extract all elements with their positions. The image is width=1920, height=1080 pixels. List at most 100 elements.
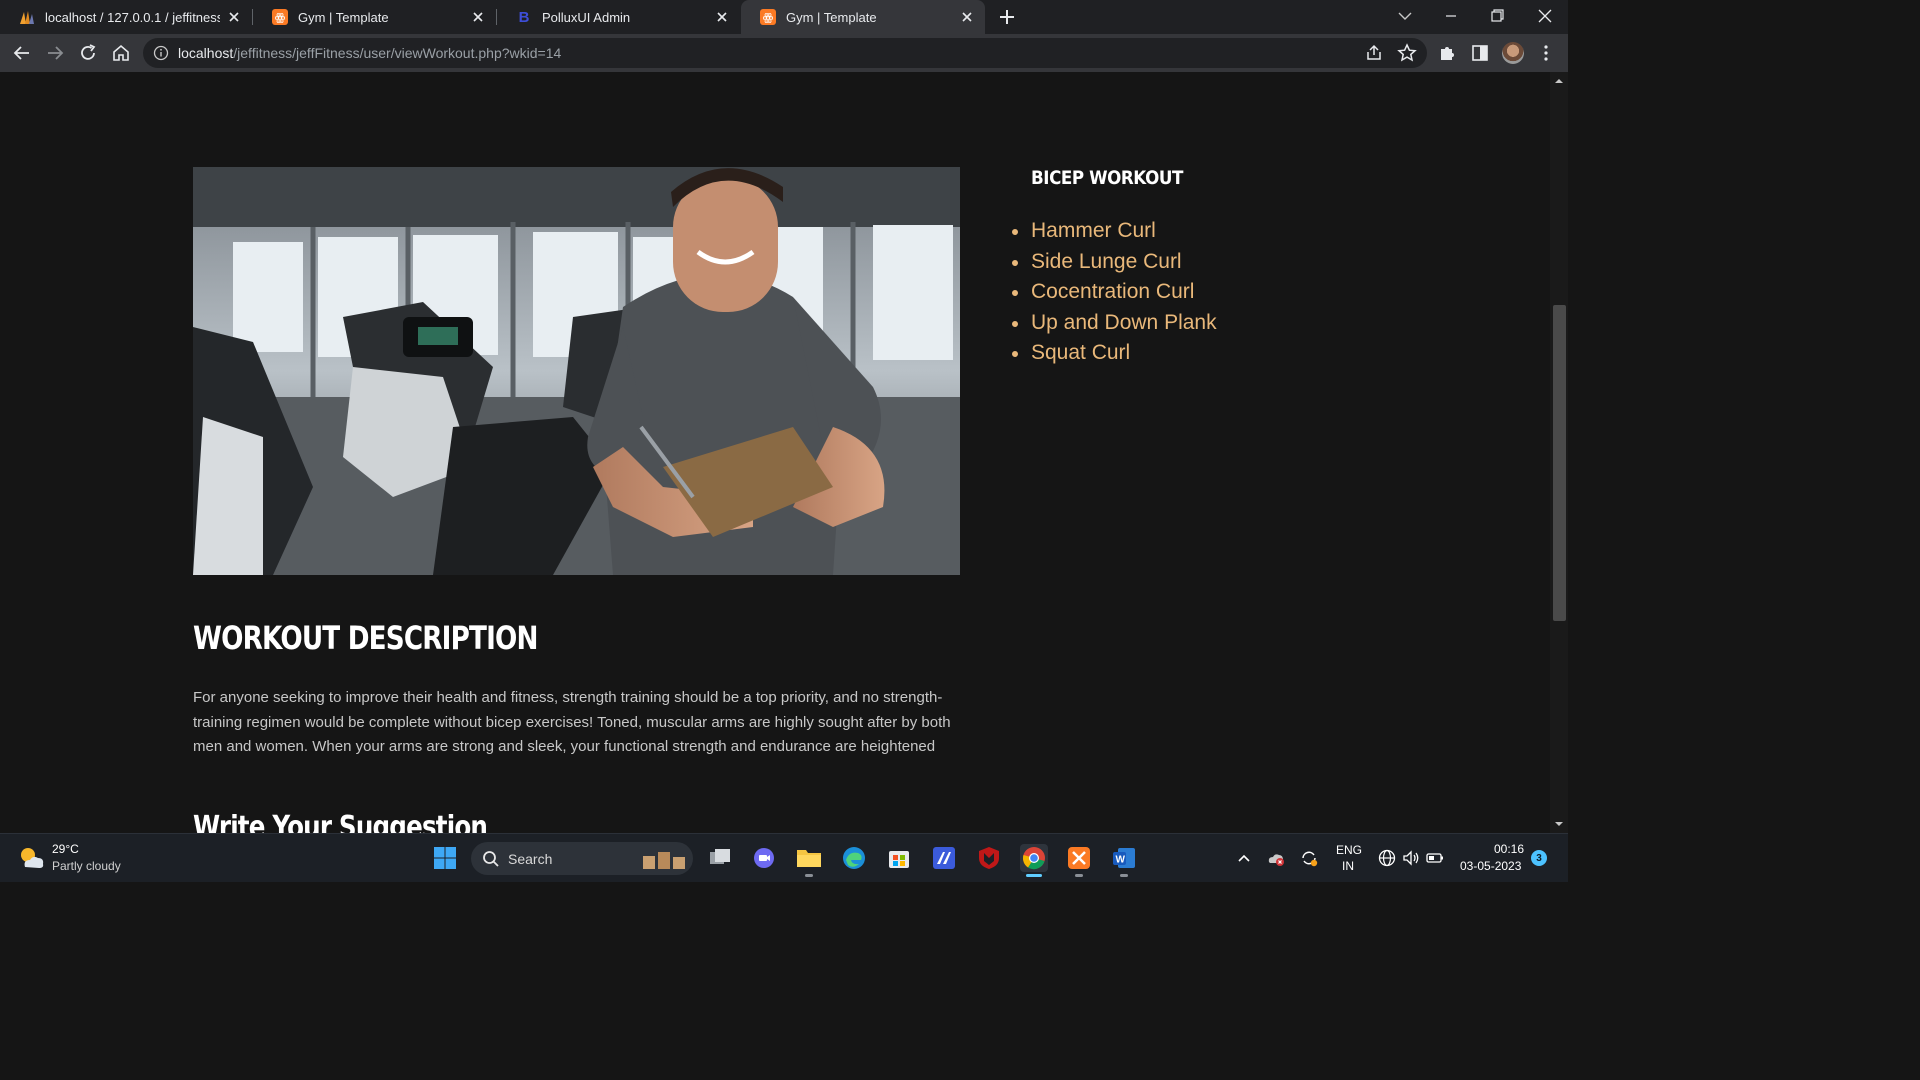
clock-date[interactable]: 03-05-2023 <box>1460 859 1521 873</box>
battery-icon[interactable] <box>1425 848 1445 868</box>
browser-toolbar: localhost/jeffitness/jeffFitness/user/vi… <box>0 34 1568 72</box>
xampp-button[interactable] <box>1065 844 1093 872</box>
address-bar[interactable]: localhost/jeffitness/jeffFitness/user/vi… <box>143 38 1427 68</box>
close-window-icon[interactable] <box>1530 4 1560 28</box>
tab-gym-template-active[interactable]: ꙮ Gym | Template <box>741 0 985 34</box>
notification-badge[interactable]: 3 <box>1531 850 1547 866</box>
onedrive-icon[interactable] <box>1266 848 1286 868</box>
url-text: localhost/jeffitness/jeffFitness/user/vi… <box>178 45 561 61</box>
teams-chat-button[interactable] <box>750 844 778 872</box>
profile-avatar[interactable] <box>1502 42 1524 64</box>
windows-taskbar: 29°C Partly cloudy Search W ENG IN 00:16… <box>0 833 1568 882</box>
file-explorer-button[interactable] <box>795 844 823 872</box>
sync-icon[interactable] <box>1299 848 1319 868</box>
chrome-button[interactable] <box>1020 844 1048 872</box>
site-info-icon[interactable] <box>153 45 169 61</box>
word-icon: W <box>1113 848 1135 868</box>
active-indicator <box>1026 874 1042 877</box>
editor-app-button[interactable] <box>930 844 958 872</box>
description-heading: WORKOUT DESCRIPTION <box>193 619 538 657</box>
forward-icon[interactable] <box>44 42 66 64</box>
running-indicator <box>1075 874 1083 877</box>
phpmyadmin-icon <box>19 9 35 25</box>
search-highlight-icon <box>643 852 685 869</box>
tab-title: PolluxUI Admin <box>542 9 631 25</box>
scrollbar-thumb[interactable] <box>1553 305 1566 621</box>
xampp-icon <box>1068 847 1090 869</box>
edge-button[interactable] <box>840 844 868 872</box>
page-scrollbar[interactable] <box>1550 72 1568 833</box>
folder-icon <box>797 850 821 867</box>
list-item: Squat Curl <box>1011 339 1217 370</box>
word-button[interactable]: W <box>1110 844 1138 872</box>
shield-icon <box>979 847 999 869</box>
network-globe-icon[interactable] <box>1377 848 1397 868</box>
browser-tab-strip: localhost / 127.0.0.1 / jeffitness ꙮ Gym… <box>0 0 1568 34</box>
windows-icon <box>434 847 456 869</box>
home-icon[interactable] <box>110 42 132 64</box>
workout-hero-image <box>193 167 960 575</box>
tab-gym-template[interactable]: ꙮ Gym | Template <box>253 0 496 34</box>
tab-pollux-admin[interactable]: B PolluxUI Admin <box>497 0 740 34</box>
suggestion-heading: Write Your Suggestion <box>193 810 488 833</box>
close-tab-icon[interactable] <box>470 9 486 25</box>
share-icon[interactable] <box>1363 42 1385 64</box>
url-host: localhost <box>178 45 234 61</box>
xampp-icon: ꙮ <box>272 9 288 25</box>
running-indicator <box>1120 874 1128 877</box>
side-panel-icon[interactable] <box>1469 42 1491 64</box>
task-view-icon <box>710 849 730 864</box>
start-button[interactable] <box>431 844 459 872</box>
chat-icon <box>754 848 774 868</box>
bootstrap-icon: B <box>518 8 530 26</box>
workout-title: BICEP WORKOUT <box>1031 167 1183 189</box>
reload-icon[interactable] <box>77 42 99 64</box>
list-item: Hammer Curl <box>1011 217 1217 248</box>
region-text[interactable]: IN <box>1342 859 1354 873</box>
chrome-icon <box>1022 847 1045 870</box>
minimize-icon[interactable] <box>1436 4 1466 28</box>
taskbar-search[interactable]: Search <box>471 842 693 875</box>
close-tab-icon[interactable] <box>959 9 975 25</box>
clock-time[interactable]: 00:16 <box>1494 842 1524 856</box>
store-icon <box>889 851 909 868</box>
close-tab-icon[interactable] <box>714 9 730 25</box>
running-indicator <box>805 874 813 877</box>
tab-title: localhost / 127.0.0.1 / jeffitness <box>45 9 220 25</box>
page-content: BICEP WORKOUT Hammer Curl Side Lunge Cur… <box>0 72 1550 833</box>
language-text[interactable]: ENG <box>1336 843 1362 857</box>
exercise-list: Hammer Curl Side Lunge Curl Cocentration… <box>1011 217 1217 370</box>
search-icon <box>483 851 499 867</box>
back-icon[interactable] <box>11 42 33 64</box>
xampp-icon: ꙮ <box>760 9 776 25</box>
scroll-down-icon[interactable] <box>1554 819 1564 829</box>
close-tab-icon[interactable] <box>226 9 242 25</box>
mcafee-button[interactable] <box>975 844 1003 872</box>
menu-icon[interactable] <box>1535 42 1557 64</box>
list-item: Cocentration Curl <box>1011 278 1217 309</box>
tab-title: Gym | Template <box>786 9 877 25</box>
task-view-button[interactable] <box>706 844 734 872</box>
app-icon <box>933 847 955 869</box>
svg-text:W: W <box>1116 855 1126 866</box>
new-tab-icon[interactable] <box>997 7 1017 27</box>
microsoft-store-button[interactable] <box>885 844 913 872</box>
temperature-text: 29°C <box>52 842 79 856</box>
restore-icon[interactable] <box>1482 4 1512 28</box>
chevron-up-icon[interactable] <box>1234 848 1254 868</box>
volume-icon[interactable] <box>1401 848 1421 868</box>
tab-title: Gym | Template <box>298 9 389 25</box>
description-text: For anyone seeking to improve their heal… <box>193 689 951 755</box>
search-placeholder: Search <box>508 851 553 867</box>
list-item: Side Lunge Curl <box>1011 248 1217 279</box>
extensions-icon[interactable] <box>1436 42 1458 64</box>
list-item: Up and Down Plank <box>1011 309 1217 340</box>
tab-phpmyadmin[interactable]: localhost / 127.0.0.1 / jeffitness <box>0 0 252 34</box>
tab-search-icon[interactable] <box>1390 4 1420 28</box>
bookmark-star-icon[interactable] <box>1396 42 1418 64</box>
partly-cloudy-icon[interactable] <box>17 843 47 873</box>
url-path: /jeffitness/jeffFitness/user/viewWorkout… <box>233 45 562 61</box>
scroll-up-icon[interactable] <box>1554 76 1564 86</box>
edge-icon <box>843 847 865 869</box>
weather-text: Partly cloudy <box>52 859 121 873</box>
